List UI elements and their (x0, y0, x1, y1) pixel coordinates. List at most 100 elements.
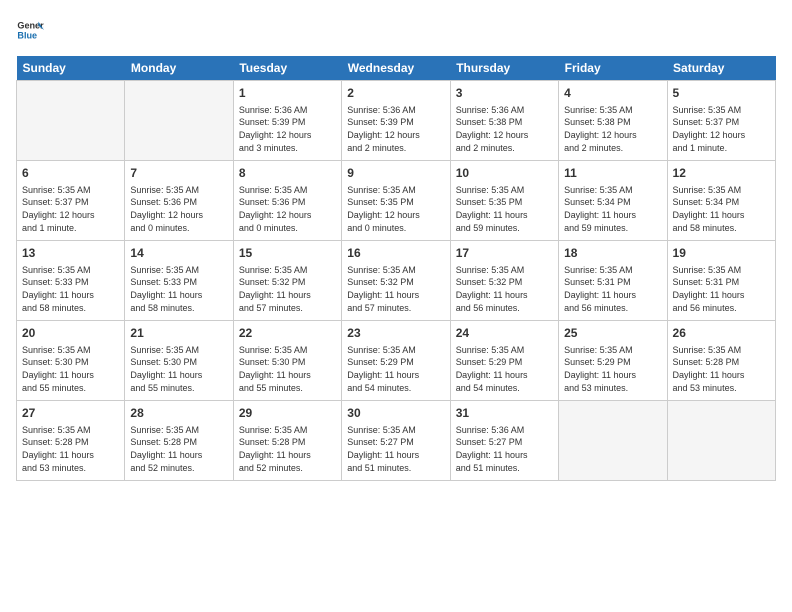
day-info: Sunrise: 5:36 AM Sunset: 5:38 PM Dayligh… (456, 104, 553, 154)
day-number: 28 (130, 405, 227, 422)
day-info: Sunrise: 5:35 AM Sunset: 5:30 PM Dayligh… (22, 344, 119, 394)
page-header: General Blue (16, 16, 776, 44)
day-number: 12 (673, 165, 770, 182)
day-cell: 12 Sunrise: 5:35 AM Sunset: 5:34 PM Dayli… (667, 161, 775, 241)
day-info: Sunrise: 5:35 AM Sunset: 5:29 PM Dayligh… (456, 344, 553, 394)
day-cell: 25Sunrise: 5:35 AM Sunset: 5:29 PM Dayli… (559, 321, 667, 401)
day-number: 14 (130, 245, 227, 262)
day-info: Sunrise: 5:35 AM Sunset: 5:27 PM Dayligh… (347, 424, 444, 474)
day-info: Sunrise: 5:35 AM Sunset: 5:36 PM Dayligh… (130, 184, 227, 234)
day-info: Sunrise: 5:35 AM Sunset: 5:32 PM Dayligh… (347, 264, 444, 314)
week-row-2: 6Sunrise: 5:35 AM Sunset: 5:37 PM Daylig… (17, 161, 776, 241)
col-header-sunday: Sunday (17, 56, 125, 81)
day-cell: 28 Sunrise: 5:35 AM Sunset: 5:28 PM Dayli… (125, 401, 233, 481)
day-cell: 27 Sunrise: 5:35 AM Sunset: 5:28 PM Dayli… (17, 401, 125, 481)
week-row-3: 13Sunrise: 5:35 AM Sunset: 5:33 PM Dayli… (17, 241, 776, 321)
day-cell: 30 Sunrise: 5:35 AM Sunset: 5:27 PM Dayli… (342, 401, 450, 481)
day-info: Sunrise: 5:35 AM Sunset: 5:30 PM Dayligh… (239, 344, 336, 394)
day-number: 26 (673, 325, 770, 342)
week-row-1: 1 Sunrise: 5:36 AM Sunset: 5:39 PM Daylig… (17, 81, 776, 161)
calendar-table: SundayMondayTuesdayWednesdayThursdayFrid… (16, 56, 776, 481)
day-cell: 14 Sunrise: 5:35 AM Sunset: 5:33 PM Dayli… (125, 241, 233, 321)
day-number: 4 (564, 85, 661, 102)
week-row-5: 27 Sunrise: 5:35 AM Sunset: 5:28 PM Dayli… (17, 401, 776, 481)
day-cell: 23 Sunrise: 5:35 AM Sunset: 5:29 PM Dayli… (342, 321, 450, 401)
day-cell: 4 Sunrise: 5:35 AM Sunset: 5:38 PM Daylig… (559, 81, 667, 161)
col-header-friday: Friday (559, 56, 667, 81)
day-info: Sunrise: 5:35 AM Sunset: 5:29 PM Dayligh… (347, 344, 444, 394)
day-info: Sunrise: 5:35 AM Sunset: 5:28 PM Dayligh… (239, 424, 336, 474)
day-number: 6 (22, 165, 119, 182)
day-cell: 24 Sunrise: 5:35 AM Sunset: 5:29 PM Dayli… (450, 321, 558, 401)
col-header-wednesday: Wednesday (342, 56, 450, 81)
day-number: 10 (456, 165, 553, 182)
day-cell: 9 Sunrise: 5:35 AM Sunset: 5:35 PM Daylig… (342, 161, 450, 241)
col-header-tuesday: Tuesday (233, 56, 341, 81)
day-info: Sunrise: 5:36 AM Sunset: 5:27 PM Dayligh… (456, 424, 553, 474)
day-info: Sunrise: 5:36 AM Sunset: 5:39 PM Dayligh… (347, 104, 444, 154)
day-number: 16 (347, 245, 444, 262)
day-cell: 10 Sunrise: 5:35 AM Sunset: 5:35 PM Dayli… (450, 161, 558, 241)
day-info: Sunrise: 5:35 AM Sunset: 5:30 PM Dayligh… (130, 344, 227, 394)
day-number: 30 (347, 405, 444, 422)
day-info: Sunrise: 5:35 AM Sunset: 5:31 PM Dayligh… (564, 264, 661, 314)
day-number: 3 (456, 85, 553, 102)
day-cell: 13Sunrise: 5:35 AM Sunset: 5:33 PM Dayli… (17, 241, 125, 321)
day-info: Sunrise: 5:35 AM Sunset: 5:32 PM Dayligh… (239, 264, 336, 314)
day-number: 20 (22, 325, 119, 342)
day-info: Sunrise: 5:35 AM Sunset: 5:31 PM Dayligh… (673, 264, 770, 314)
day-info: Sunrise: 5:35 AM Sunset: 5:37 PM Dayligh… (673, 104, 770, 154)
day-info: Sunrise: 5:35 AM Sunset: 5:28 PM Dayligh… (673, 344, 770, 394)
day-number: 21 (130, 325, 227, 342)
day-cell: 16 Sunrise: 5:35 AM Sunset: 5:32 PM Dayli… (342, 241, 450, 321)
col-header-monday: Monday (125, 56, 233, 81)
day-info: Sunrise: 5:35 AM Sunset: 5:36 PM Dayligh… (239, 184, 336, 234)
day-info: Sunrise: 5:35 AM Sunset: 5:34 PM Dayligh… (564, 184, 661, 234)
day-cell: 18Sunrise: 5:35 AM Sunset: 5:31 PM Dayli… (559, 241, 667, 321)
day-cell: 22Sunrise: 5:35 AM Sunset: 5:30 PM Dayli… (233, 321, 341, 401)
logo: General Blue (16, 16, 48, 44)
week-row-4: 20 Sunrise: 5:35 AM Sunset: 5:30 PM Dayli… (17, 321, 776, 401)
day-cell: 7 Sunrise: 5:35 AM Sunset: 5:36 PM Daylig… (125, 161, 233, 241)
day-cell: 17Sunrise: 5:35 AM Sunset: 5:32 PM Dayli… (450, 241, 558, 321)
day-number: 29 (239, 405, 336, 422)
day-cell (125, 81, 233, 161)
day-number: 25 (564, 325, 661, 342)
day-info: Sunrise: 5:35 AM Sunset: 5:32 PM Dayligh… (456, 264, 553, 314)
day-info: Sunrise: 5:35 AM Sunset: 5:33 PM Dayligh… (130, 264, 227, 314)
day-cell: 26 Sunrise: 5:35 AM Sunset: 5:28 PM Dayli… (667, 321, 775, 401)
day-info: Sunrise: 5:35 AM Sunset: 5:28 PM Dayligh… (22, 424, 119, 474)
day-number: 19 (673, 245, 770, 262)
day-number: 2 (347, 85, 444, 102)
day-number: 24 (456, 325, 553, 342)
day-number: 9 (347, 165, 444, 182)
day-cell: 3 Sunrise: 5:36 AM Sunset: 5:38 PM Daylig… (450, 81, 558, 161)
day-cell: 1 Sunrise: 5:36 AM Sunset: 5:39 PM Daylig… (233, 81, 341, 161)
day-cell: 6Sunrise: 5:35 AM Sunset: 5:37 PM Daylig… (17, 161, 125, 241)
col-header-saturday: Saturday (667, 56, 775, 81)
day-number: 5 (673, 85, 770, 102)
svg-text:Blue: Blue (17, 30, 37, 40)
day-cell: 8 Sunrise: 5:35 AM Sunset: 5:36 PM Daylig… (233, 161, 341, 241)
col-header-thursday: Thursday (450, 56, 558, 81)
day-cell (667, 401, 775, 481)
day-info: Sunrise: 5:35 AM Sunset: 5:28 PM Dayligh… (130, 424, 227, 474)
day-number: 1 (239, 85, 336, 102)
day-info: Sunrise: 5:35 AM Sunset: 5:34 PM Dayligh… (673, 184, 770, 234)
day-cell: 31Sunrise: 5:36 AM Sunset: 5:27 PM Dayli… (450, 401, 558, 481)
day-number: 8 (239, 165, 336, 182)
day-cell: 5 Sunrise: 5:35 AM Sunset: 5:37 PM Daylig… (667, 81, 775, 161)
day-info: Sunrise: 5:35 AM Sunset: 5:35 PM Dayligh… (347, 184, 444, 234)
day-number: 23 (347, 325, 444, 342)
day-cell: 11Sunrise: 5:35 AM Sunset: 5:34 PM Dayli… (559, 161, 667, 241)
day-number: 15 (239, 245, 336, 262)
day-info: Sunrise: 5:35 AM Sunset: 5:38 PM Dayligh… (564, 104, 661, 154)
day-cell: 21 Sunrise: 5:35 AM Sunset: 5:30 PM Dayli… (125, 321, 233, 401)
day-cell: 20 Sunrise: 5:35 AM Sunset: 5:30 PM Dayli… (17, 321, 125, 401)
day-number: 7 (130, 165, 227, 182)
day-cell: 19 Sunrise: 5:35 AM Sunset: 5:31 PM Dayli… (667, 241, 775, 321)
day-info: Sunrise: 5:36 AM Sunset: 5:39 PM Dayligh… (239, 104, 336, 154)
day-number: 27 (22, 405, 119, 422)
day-info: Sunrise: 5:35 AM Sunset: 5:35 PM Dayligh… (456, 184, 553, 234)
day-cell: 15 Sunrise: 5:35 AM Sunset: 5:32 PM Dayli… (233, 241, 341, 321)
